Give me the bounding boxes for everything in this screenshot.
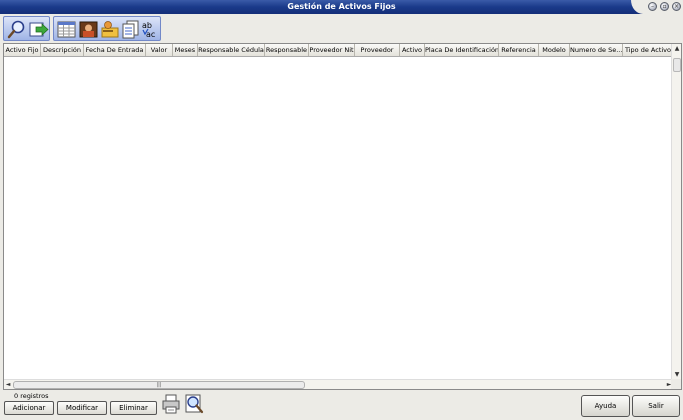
scroll-left-icon[interactable]: ◄ [4, 381, 12, 389]
help-button-label: Ayuda [594, 402, 617, 410]
column-header[interactable]: Descripción [41, 44, 84, 56]
column-header[interactable]: Referencia [499, 44, 539, 56]
scroll-corner [671, 379, 681, 389]
vertical-scrollbar[interactable]: ▲ ▼ [671, 44, 681, 380]
user-card-button[interactable] [99, 19, 120, 40]
exit-button-label: Salir [648, 402, 664, 410]
delete-button[interactable]: Eliminar [110, 401, 157, 415]
svg-text:ac: ac [146, 30, 155, 39]
documents-icon [122, 20, 139, 39]
printer-icon [162, 394, 180, 414]
maximize-icon[interactable]: ▫ [660, 2, 669, 11]
column-header[interactable]: Tipo de Activo [623, 44, 673, 56]
search-button[interactable] [6, 19, 27, 40]
column-header[interactable]: Placa De Identificación [425, 44, 499, 56]
column-header[interactable]: Responsable Cédula [198, 44, 265, 56]
print-preview-button[interactable] [184, 393, 204, 415]
window-title: Gestión de Activos Fijos [287, 2, 396, 11]
help-button[interactable]: Ayuda [581, 395, 630, 417]
column-header[interactable]: Meses [173, 44, 198, 56]
record-count: 0 registros [14, 392, 49, 400]
vertical-scroll-thumb[interactable] [673, 58, 681, 72]
modify-button-label: Modificar [65, 404, 99, 412]
column-header[interactable]: Responsable [265, 44, 309, 56]
assets-grid[interactable]: Activo Fijo Descripción Fecha De Entrada… [3, 43, 682, 390]
grid-view-button[interactable] [56, 19, 77, 40]
column-header[interactable]: Modelo [539, 44, 570, 56]
photo-icon [79, 21, 98, 38]
export-button[interactable] [28, 19, 49, 40]
column-header[interactable]: Valor [146, 44, 173, 56]
horizontal-scrollbar[interactable]: ◄ ||| ► [4, 379, 673, 389]
horizontal-scroll-thumb[interactable]: ||| [13, 381, 305, 389]
export-arrow-icon [29, 22, 49, 37]
svg-text:ab: ab [142, 21, 152, 30]
documents-button[interactable] [120, 19, 141, 40]
magnifier-icon [7, 20, 25, 39]
delete-button-label: Eliminar [119, 404, 148, 412]
scroll-down-icon[interactable]: ▼ [673, 371, 681, 379]
spellcheck-button[interactable]: ab ac [140, 19, 161, 40]
grid-view-icon [57, 21, 76, 38]
column-header[interactable]: Fecha De Entrada [84, 44, 146, 56]
column-header[interactable]: Activo [400, 44, 425, 56]
toolbar-group-navigation [3, 16, 50, 41]
title-bar: Gestión de Activos Fijos – ▫ × [0, 0, 683, 14]
add-button[interactable]: Adicionar [4, 401, 54, 415]
spellcheck-icon: ab ac [142, 21, 155, 39]
toolbar-group-tools: ab ac [53, 16, 161, 41]
column-header[interactable]: Activo Fijo [4, 44, 41, 56]
minimize-icon[interactable]: – [648, 2, 657, 11]
grid-header: Activo Fijo Descripción Fecha De Entrada… [4, 44, 673, 57]
print-preview-icon [185, 394, 204, 414]
modify-button[interactable]: Modificar [57, 401, 107, 415]
print-button[interactable] [161, 393, 181, 415]
column-header[interactable]: Numero de Se... [570, 44, 623, 56]
exit-button[interactable]: Salir [632, 395, 680, 417]
user-card-icon [101, 21, 119, 38]
close-icon[interactable]: × [672, 2, 681, 11]
add-button-label: Adicionar [12, 404, 46, 412]
scroll-up-icon[interactable]: ▲ [673, 45, 681, 53]
photo-button[interactable] [78, 19, 99, 40]
column-header[interactable]: Proveedor [355, 44, 400, 56]
column-header[interactable]: Proveedor Nit [309, 44, 355, 56]
